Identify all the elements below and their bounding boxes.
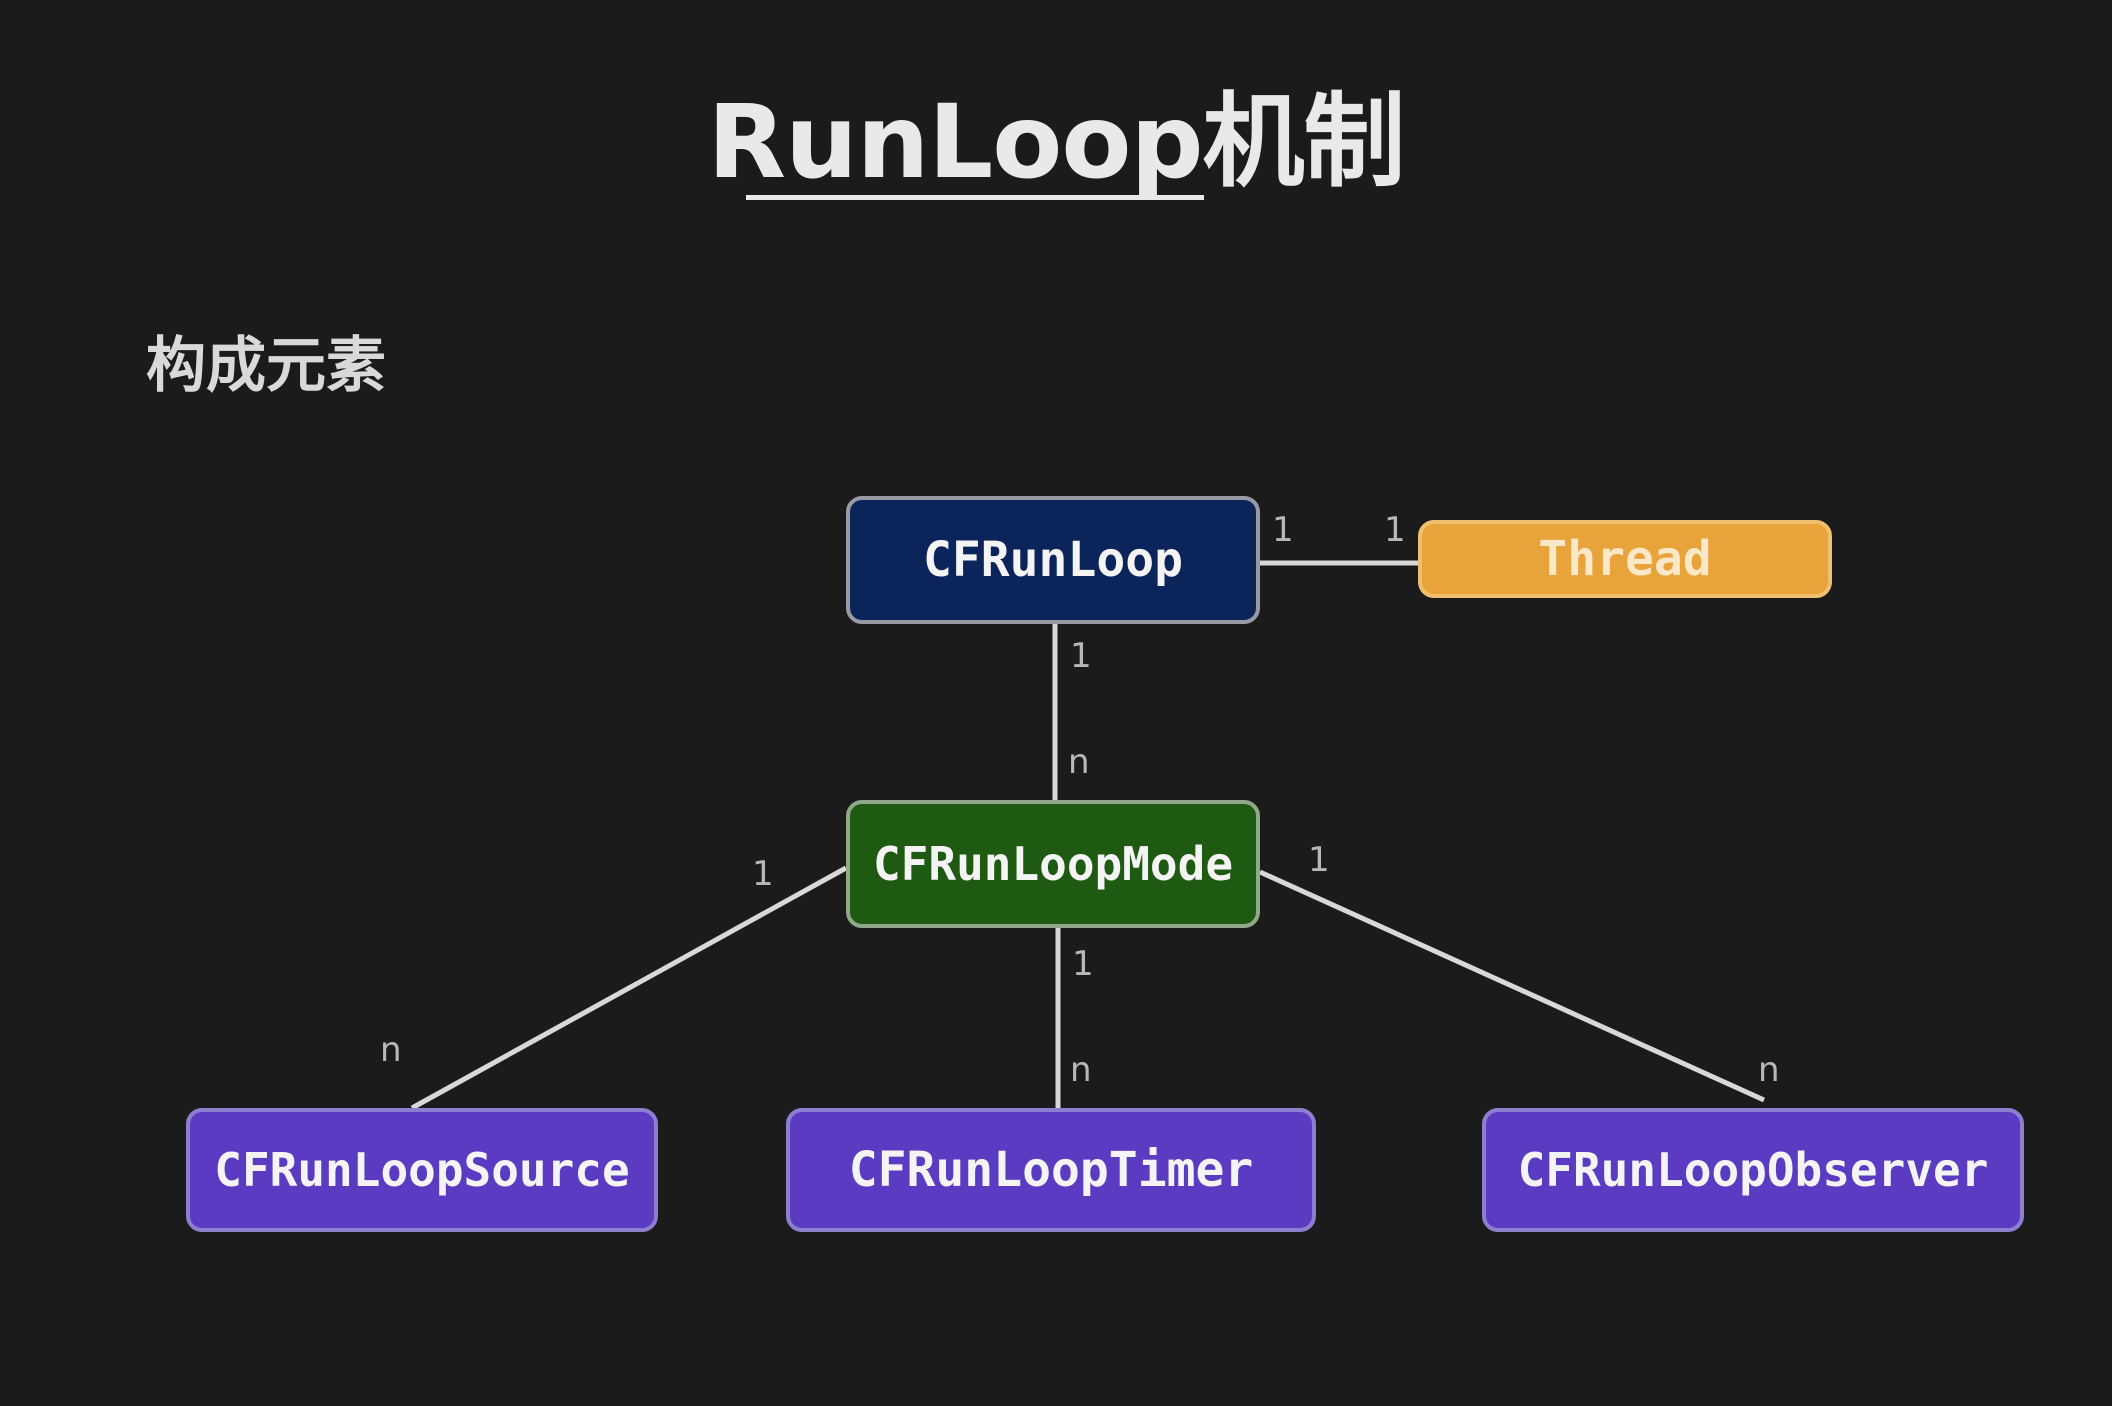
multiplicity-label: 1 [1308, 840, 1330, 880]
node-cfrunloopmode: CFRunLoopMode [846, 800, 1260, 928]
node-thread: Thread [1418, 520, 1832, 598]
multiplicity-label: 1 [1272, 510, 1294, 550]
node-cfrunlooptimer: CFRunLoopTimer [786, 1108, 1316, 1232]
node-cfrunloopsource: CFRunLoopSource [186, 1108, 658, 1232]
node-cfrunloop: CFRunLoop [846, 496, 1260, 624]
multiplicity-label: 1 [752, 854, 774, 894]
multiplicity-label: 1 [1070, 636, 1092, 676]
edge-mode-observer [1258, 869, 1766, 1103]
edge-mode-source [410, 865, 848, 1111]
diagram-canvas: RunLoop机制 构成元素 CFRunLoop Thread CFRunLoo… [0, 0, 2112, 1406]
multiplicity-label: 1 [1384, 510, 1406, 550]
multiplicity-label: n [1068, 742, 1090, 782]
node-cfrunloopobserver: CFRunLoopObserver [1482, 1108, 2024, 1232]
multiplicity-label: 1 [1072, 944, 1094, 984]
multiplicity-label: n [380, 1030, 402, 1070]
multiplicity-label: n [1070, 1050, 1092, 1090]
multiplicity-label: n [1758, 1050, 1780, 1090]
